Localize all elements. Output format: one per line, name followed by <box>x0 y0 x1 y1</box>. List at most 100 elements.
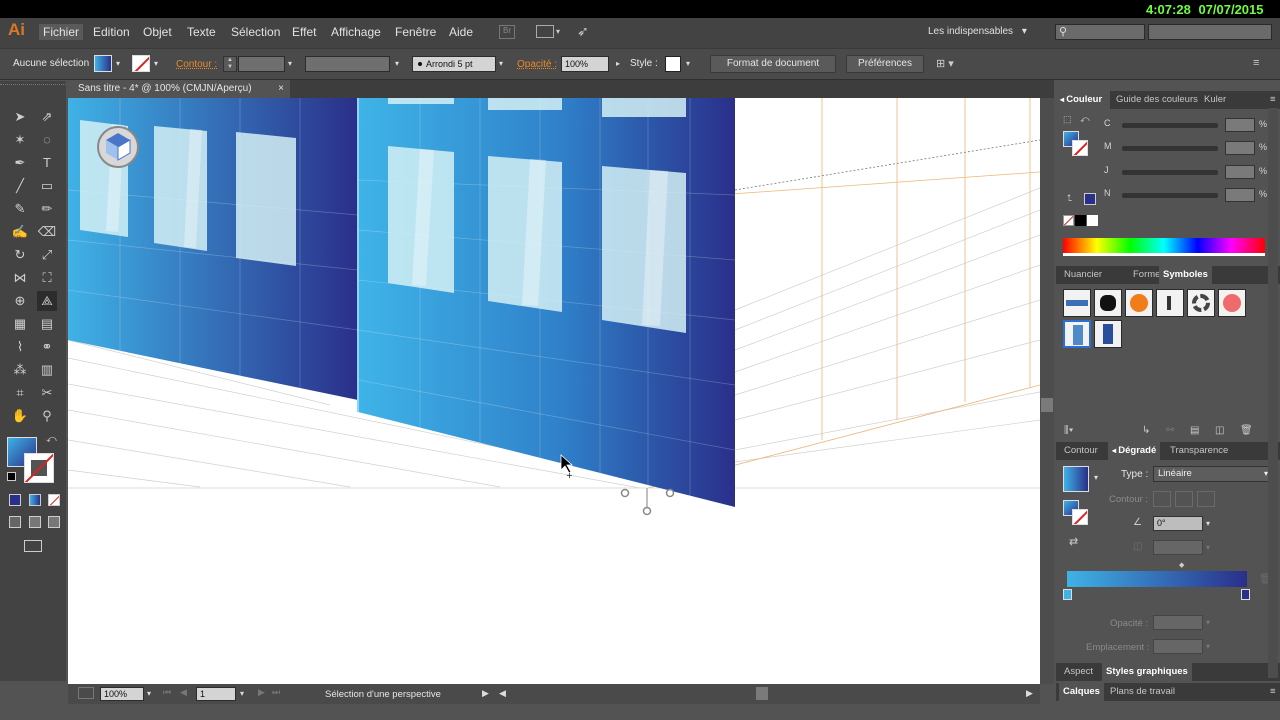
style-dropdown[interactable]: ▾ <box>683 56 693 72</box>
stroke-weight-stepper[interactable]: ▲ ▼ <box>223 56 237 72</box>
cmyk-j-field[interactable] <box>1225 165 1255 179</box>
cmyk-m-slider[interactable] <box>1122 146 1218 151</box>
web-safe-swatch[interactable] <box>1084 193 1096 205</box>
hscroll-left-icon[interactable]: ◀ <box>499 688 506 699</box>
status-arrow-icon[interactable]: ▶ <box>482 688 489 699</box>
break-link-icon[interactable]: ⚯ <box>1166 425 1174 436</box>
document-setup-button[interactable]: Format de document <box>710 55 836 73</box>
cmyk-c-field[interactable] <box>1225 118 1255 132</box>
fill-stroke-toggle[interactable] <box>1063 500 1089 526</box>
rotate-tool-icon[interactable]: ↻ <box>10 245 30 265</box>
cmyk-m-field[interactable] <box>1225 141 1255 155</box>
type-tool-icon[interactable]: T <box>37 153 57 173</box>
symbol-ink-splat[interactable] <box>1094 289 1122 317</box>
search-input-ext[interactable] <box>1148 24 1272 40</box>
gradient-presets-dropdown[interactable]: ▾ <box>1091 470 1101 486</box>
artboard-number-field[interactable]: 1 <box>196 687 236 701</box>
magic-wand-tool-icon[interactable]: ✶ <box>10 130 30 150</box>
panel-menu-icon[interactable]: ≡ <box>1253 57 1259 69</box>
scale-tool-icon[interactable]: ⤢ <box>37 245 57 265</box>
style-swatch[interactable] <box>665 56 681 72</box>
line-tool-icon[interactable]: ╱ <box>10 176 30 196</box>
direct-selection-tool-icon[interactable]: ⇗ <box>37 107 57 127</box>
draw-behind-icon[interactable] <box>29 516 41 528</box>
preferences-button[interactable]: Préférences <box>846 55 924 73</box>
selection-tool-icon[interactable]: ➤ <box>10 107 30 127</box>
gradient-mode-icon[interactable] <box>29 494 41 506</box>
chevron-down-icon[interactable]: ▾ <box>556 27 560 36</box>
menu-objet[interactable]: Objet <box>143 25 172 39</box>
symbol-sprayer-tool-icon[interactable]: ⁂ <box>10 360 30 380</box>
gradient-stop-right[interactable] <box>1241 589 1250 600</box>
place-symbol-icon[interactable]: ↳ <box>1142 425 1150 436</box>
arrange-documents-icon[interactable] <box>536 25 554 38</box>
perspective-grid-tool-icon[interactable]: ⟁ <box>37 291 57 311</box>
menu-effet[interactable]: Effet <box>292 25 316 39</box>
toolbox-grip[interactable] <box>0 84 66 90</box>
tab-degrade[interactable]: ◂ Dégradé <box>1108 442 1161 460</box>
document-tab[interactable]: Sans titre - 4* @ 100% (CMJN/Aperçu) × <box>68 80 290 98</box>
symbol-wreath[interactable] <box>1187 289 1215 317</box>
black-swatch[interactable] <box>1075 215 1086 226</box>
tab-calques[interactable]: Calques <box>1059 683 1104 701</box>
opacity-arrow-icon[interactable]: ▸ <box>613 56 623 72</box>
color-spectrum[interactable] <box>1063 238 1265 256</box>
menu-texte[interactable]: Texte <box>187 25 216 39</box>
panel-stroke-swatch[interactable] <box>1072 140 1088 156</box>
tab-couleur[interactable]: ◂ Couleur <box>1056 91 1110 109</box>
cmyk-j-slider[interactable] <box>1122 170 1218 175</box>
stroke-color-box[interactable] <box>24 453 54 483</box>
column-graph-tool-icon[interactable]: ▥ <box>37 360 57 380</box>
stroke-weight-dropdown[interactable]: ▾ <box>285 56 295 72</box>
first-artboard-icon[interactable]: ⏮ <box>163 687 171 698</box>
tab-symboles[interactable]: Symboles <box>1159 266 1212 284</box>
none-swatch[interactable] <box>1063 215 1074 226</box>
symbol-libraries-icon[interactable]: ⫼▾ <box>1064 425 1073 436</box>
default-colors-icon[interactable] <box>7 472 16 481</box>
menu-aide[interactable]: Aide <box>449 25 473 39</box>
symbol-grunge[interactable] <box>1156 289 1184 317</box>
eraser-tool-icon[interactable]: ⌫ <box>37 222 57 242</box>
new-symbol-icon[interactable]: ◫ <box>1215 425 1224 436</box>
rectangle-tool-icon[interactable]: ▭ <box>37 176 57 196</box>
hand-tool-icon[interactable]: ✋ <box>10 406 30 426</box>
variable-width-field[interactable] <box>305 56 390 72</box>
scroll-thumb[interactable] <box>1041 398 1053 412</box>
symbol-orange-button[interactable] <box>1125 289 1153 317</box>
symbol-building-1[interactable] <box>1063 320 1091 348</box>
swap-colors-icon[interactable]: ⤺ <box>46 434 57 445</box>
swap-icon[interactable]: ⤺ <box>1080 114 1090 125</box>
bridge-icon[interactable]: Br <box>499 25 515 39</box>
ground-handles[interactable] <box>620 488 675 516</box>
fill-dropdown[interactable]: ▾ <box>113 56 123 72</box>
free-transform-tool-icon[interactable]: ⛶ <box>37 268 57 288</box>
plane-switching-widget[interactable] <box>97 126 139 168</box>
symbol-flower[interactable] <box>1218 289 1246 317</box>
horizontal-scroll-thumb[interactable] <box>756 687 768 700</box>
cmyk-n-field[interactable] <box>1225 188 1255 202</box>
arrange-icon[interactable]: ⊞ ▾ <box>936 57 954 70</box>
symbol-blue-banner[interactable] <box>1063 289 1091 317</box>
width-tool-icon[interactable]: ⋈ <box>10 268 30 288</box>
stroke-dropdown[interactable]: ▾ <box>151 56 161 72</box>
symbol-building-2[interactable] <box>1094 320 1122 348</box>
gradient-tool-icon[interactable]: ▤ <box>37 314 57 334</box>
menu-affichage[interactable]: Affichage <box>331 25 381 39</box>
gradient-type-select[interactable]: Linéaire ▾ <box>1153 466 1273 482</box>
gradient-midpoint-icon[interactable]: ◆ <box>1179 561 1184 569</box>
stroke-swatch[interactable] <box>132 55 150 72</box>
next-artboard-icon[interactable]: ▶ <box>258 687 265 698</box>
eyedropper-tool-icon[interactable]: ⌇ <box>10 337 30 357</box>
stroke-weight-field[interactable] <box>238 56 285 72</box>
fill-swatch[interactable] <box>94 55 112 72</box>
slice-tool-icon[interactable]: ✂ <box>37 383 57 403</box>
brush-profile-dropdown[interactable]: ▾ <box>496 56 506 72</box>
tab-styles-graphiques[interactable]: Styles graphiques <box>1102 663 1192 681</box>
screen-mode-icon[interactable] <box>24 540 42 552</box>
gradient-stop-left[interactable] <box>1063 589 1072 600</box>
cmyk-c-slider[interactable] <box>1122 123 1218 128</box>
pen-tool-icon[interactable]: ✒ <box>10 153 30 173</box>
reverse-gradient-icon[interactable]: ⇄ <box>1069 535 1078 548</box>
tab-transparence[interactable]: Transparence <box>1166 442 1232 460</box>
last-artboard-icon[interactable]: ⏭ <box>272 687 280 698</box>
